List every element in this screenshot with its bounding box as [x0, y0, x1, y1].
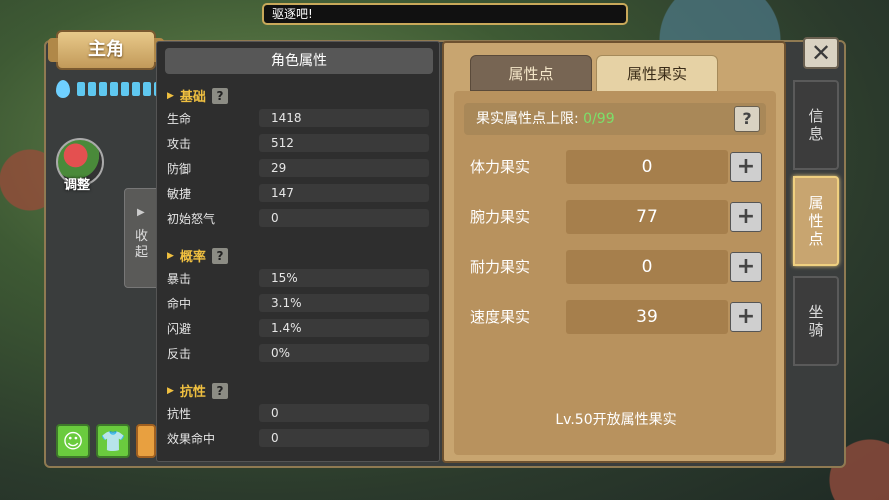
- energy-pip: [99, 82, 107, 96]
- collapse-button[interactable]: ▶ 收起: [124, 188, 158, 288]
- section-resist: ▶ 抗性 ?: [167, 381, 228, 400]
- stat-value: 0: [259, 429, 429, 447]
- plus-button[interactable]: +: [730, 302, 762, 332]
- attribute-panel: 角色属性 ▶ 基础 ? 生命 1418 攻击 512 防御 29 敏捷 147 初始怒气…: [156, 41, 440, 462]
- adjust-label: 调整: [64, 178, 91, 193]
- stat-label: 命中: [167, 296, 192, 311]
- energy-pip: [121, 82, 129, 96]
- costume-button[interactable]: 👕: [96, 424, 130, 458]
- stat-label: 反击: [167, 346, 192, 361]
- fruit-row-stamina: 体力果实 0 +: [464, 150, 764, 184]
- help-icon[interactable]: ?: [734, 106, 760, 132]
- fruit-name: 腕力果实: [470, 208, 531, 226]
- section-rate-label: 概率: [179, 250, 206, 265]
- notice-bar: 驱逐吧!: [262, 3, 628, 25]
- tab-attr-points[interactable]: 属性点: [470, 55, 592, 91]
- bottom-extra-button[interactable]: [136, 424, 156, 458]
- fruit-panel: 属性点 属性果实 果实属性点上限: 0/99 ? 体力果实 0 + 腕力果实 7…: [442, 41, 786, 463]
- stat-value: 0%: [259, 344, 429, 362]
- stat-row: 生命 1418: [167, 108, 429, 128]
- stat-value: 3.1%: [259, 294, 429, 312]
- attribute-header: 角色属性: [165, 48, 433, 74]
- emote-button[interactable]: ☺: [56, 424, 90, 458]
- stat-label: 敏捷: [167, 186, 192, 201]
- stat-label: 防御: [167, 161, 192, 176]
- stat-row: 攻击 512: [167, 133, 429, 153]
- section-basic: ▶ 基础 ?: [167, 86, 228, 105]
- stat-row: 敏捷 147: [167, 183, 429, 203]
- fruit-name: 体力果实: [470, 158, 531, 176]
- triangle-right-icon: ▶: [167, 250, 174, 261]
- stat-value: 1418: [259, 109, 429, 127]
- close-button[interactable]: ✕: [803, 37, 839, 69]
- help-icon[interactable]: ?: [211, 247, 228, 264]
- triangle-right-icon: ▶: [167, 90, 174, 101]
- stat-row: 命中 3.1%: [167, 293, 429, 313]
- fruit-name: 速度果实: [470, 308, 531, 326]
- side-tab-mount[interactable]: 坐骑: [793, 276, 839, 366]
- side-tab-label: 坐骑: [808, 303, 824, 339]
- shirt-icon: 👕: [100, 429, 126, 453]
- energy-pip: [88, 82, 96, 96]
- close-icon: ✕: [810, 39, 832, 67]
- energy-pip: [132, 82, 140, 96]
- stat-label: 效果命中: [167, 431, 216, 446]
- section-rate: ▶ 概率 ?: [167, 246, 228, 265]
- help-icon[interactable]: ?: [211, 87, 228, 104]
- stat-row: 暴击 15%: [167, 268, 429, 288]
- energy-pip: [77, 82, 85, 96]
- fruit-limit-row: 果实属性点上限: 0/99: [464, 103, 766, 135]
- smile-icon: ☺: [62, 429, 84, 453]
- energy-pip: [110, 82, 118, 96]
- window-title: 主角: [48, 30, 164, 70]
- side-tab-label: 属性点: [808, 194, 824, 248]
- stat-value: 512: [259, 134, 429, 152]
- unlock-notice: Lv.50开放属性果实: [555, 412, 677, 428]
- section-basic-label: 基础: [179, 90, 206, 105]
- side-tab-label: 信息: [808, 107, 824, 143]
- plus-button[interactable]: +: [730, 202, 762, 232]
- plus-button[interactable]: +: [730, 152, 762, 182]
- stat-label: 生命: [167, 111, 192, 126]
- stat-value: 29: [259, 159, 429, 177]
- plus-button[interactable]: +: [730, 252, 762, 282]
- fruit-value: 77: [566, 200, 728, 234]
- stat-row: 防御 29: [167, 158, 429, 178]
- stat-value: 15%: [259, 269, 429, 287]
- fruit-limit-value: 0/99: [583, 111, 615, 127]
- fruit-limit-label: 果实属性点上限:: [476, 111, 579, 127]
- tab-attr-fruit[interactable]: 属性果实: [596, 55, 718, 91]
- energy-pip: [143, 82, 151, 96]
- stat-label: 初始怒气: [167, 211, 216, 226]
- fruit-row-endurance: 耐力果实 0 +: [464, 250, 764, 284]
- collapse-label: 收起: [135, 229, 149, 260]
- stat-label: 抗性: [167, 406, 192, 421]
- stat-value: 147: [259, 184, 429, 202]
- section-resist-label: 抗性: [179, 385, 206, 400]
- triangle-right-icon: ▶: [137, 207, 145, 218]
- fruit-value: 39: [566, 300, 728, 334]
- stat-row: 闪避 1.4%: [167, 318, 429, 338]
- help-icon[interactable]: ?: [211, 382, 228, 399]
- stat-label: 攻击: [167, 136, 192, 151]
- side-tab-attr[interactable]: 属性点: [793, 176, 839, 266]
- fruit-value: 0: [566, 250, 728, 284]
- stat-label: 闪避: [167, 321, 192, 336]
- fruit-name: 耐力果实: [470, 258, 531, 276]
- fruit-value: 0: [566, 150, 728, 184]
- stat-value: 1.4%: [259, 319, 429, 337]
- stat-row: 效果命中 0: [167, 428, 429, 448]
- fruit-row-speed: 速度果实 39 +: [464, 300, 764, 334]
- stat-row: 反击 0%: [167, 343, 429, 363]
- stat-row: 初始怒气 0: [167, 208, 429, 228]
- stat-label: 暴击: [167, 271, 192, 286]
- stat-row: 抗性 0: [167, 403, 429, 423]
- water-drop-icon: [56, 80, 70, 98]
- energy-bar: [56, 80, 162, 98]
- stat-value: 0: [259, 404, 429, 422]
- triangle-right-icon: ▶: [167, 385, 174, 396]
- stat-value: 0: [259, 209, 429, 227]
- fruit-row-strength: 腕力果实 77 +: [464, 200, 764, 234]
- side-tab-info[interactable]: 信息: [793, 80, 839, 170]
